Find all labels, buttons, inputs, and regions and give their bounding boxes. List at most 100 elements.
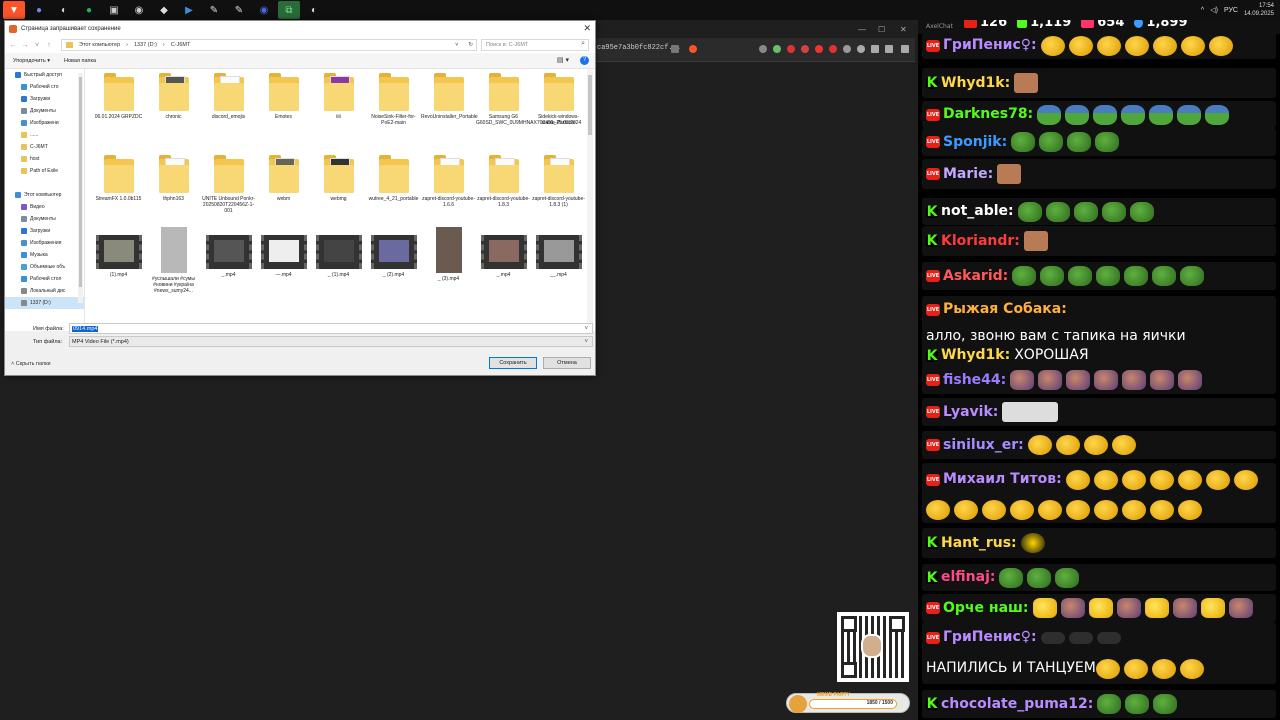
folder-item[interactable]: chronic xyxy=(146,73,201,120)
steam-icon[interactable]: ◐ xyxy=(53,1,75,19)
folder-item[interactable]: zapret-discord-youtube-1.6.6 xyxy=(421,155,476,208)
nav-item[interactable]: 1337 (D:) xyxy=(5,297,84,309)
chevron-down-icon[interactable]: ˅ xyxy=(33,42,41,49)
chat-username[interactable]: ГриПенис♀: xyxy=(943,32,1037,59)
video-file[interactable]: _.mp4 xyxy=(201,235,256,278)
close-icon[interactable]: ✕ xyxy=(900,25,907,34)
nav-item[interactable]: Загрузки xyxy=(5,225,84,237)
minimize-icon[interactable]: — xyxy=(858,25,866,34)
chat-username[interactable]: ГриПенис♀: xyxy=(943,624,1037,651)
extension-icon-7[interactable] xyxy=(843,45,851,53)
nav-item[interactable] xyxy=(5,177,84,189)
save-button[interactable]: Сохранить xyxy=(489,357,537,369)
nav-item[interactable]: Изображени xyxy=(5,117,84,129)
nav-item[interactable]: Документы xyxy=(5,105,84,117)
address-bar-text[interactable]: ca95e7a3b0fc822cf... xyxy=(597,44,681,52)
folder-item[interactable]: 06.01.2024 GRPZDC xyxy=(91,73,146,120)
chat-username[interactable]: Михаил Титов: xyxy=(943,466,1062,493)
brave-icon[interactable]: ▼ xyxy=(3,1,25,19)
wallet-icon[interactable] xyxy=(885,45,893,53)
nav-item[interactable]: Рабочий стол xyxy=(5,273,84,285)
extension-icon-6[interactable] xyxy=(829,45,837,53)
nav-scrollbar[interactable] xyxy=(78,73,83,303)
folder-item[interactable]: iiii xyxy=(311,73,366,120)
folder-item[interactable]: RevoUninstaller_Portable xyxy=(421,73,478,120)
maximize-icon[interactable]: ☐ xyxy=(878,25,885,34)
nav-item[interactable]: Объемные объ xyxy=(5,261,84,273)
folder-item[interactable]: thphn163 xyxy=(146,155,201,202)
chat-username[interactable]: Орче наш: xyxy=(943,595,1029,622)
app2-icon[interactable]: ✎ xyxy=(203,1,225,19)
organize-button[interactable]: Упорядочить ▾ xyxy=(13,58,50,64)
extension-icon-2[interactable] xyxy=(773,45,781,53)
nav-item[interactable]: Видео xyxy=(5,201,84,213)
filetype-select[interactable]: MP4 Video File (*.mp4) ˅ xyxy=(69,336,593,347)
brave-shield-icon[interactable] xyxy=(689,45,697,53)
discord-icon[interactable]: ● xyxy=(28,1,50,19)
chat-username[interactable]: Askarid: xyxy=(943,263,1008,290)
chat-username[interactable]: Whyd1k: xyxy=(941,342,1010,369)
close-icon[interactable]: ✕ xyxy=(583,23,591,34)
folder-item[interactable]: UNITE Unbound Ponkr-20250820T220456Z-1-0… xyxy=(201,155,256,214)
chevron-down-icon[interactable]: ˅ xyxy=(584,324,588,334)
share-icon[interactable] xyxy=(671,45,679,53)
extension-icon-3[interactable] xyxy=(787,45,795,53)
nav-item[interactable]: Path of Exile xyxy=(5,165,84,177)
chat-username[interactable]: sinilux_er: xyxy=(943,432,1024,459)
video-file[interactable]: —.mp4 xyxy=(256,235,311,278)
breadcrumb-item[interactable]: 1337 (D:) xyxy=(134,42,157,48)
breadcrumb-item[interactable]: Этот компьютер xyxy=(79,42,120,48)
menu-icon[interactable] xyxy=(901,45,909,53)
filename-input[interactable]: 0914.mp4 ˅ xyxy=(69,323,593,334)
spotify-icon[interactable]: ● xyxy=(78,1,100,19)
nav-item[interactable]: C-J6MT xyxy=(5,141,84,153)
chevron-up-icon[interactable]: ^ xyxy=(1201,7,1204,14)
view-options-icon[interactable]: ▤ ▾ xyxy=(557,56,569,64)
volume-icon[interactable]: ◁) xyxy=(1210,6,1218,14)
breadcrumb[interactable]: Этот компьютер › 1337 (D:) › C-J6MT ˅ ↻ xyxy=(61,39,477,51)
nav-item[interactable]: Документы xyxy=(5,213,84,225)
nav-item[interactable]: Музыка xyxy=(5,249,84,261)
video-file[interactable]: (1).mp4 xyxy=(91,235,146,278)
chevron-down-icon[interactable]: ˅ xyxy=(455,42,458,48)
chat-username[interactable]: Рыжая Собака: xyxy=(943,296,1067,323)
refresh-icon[interactable]: ↻ xyxy=(468,42,473,48)
video-file[interactable]: _ (1).mp4 xyxy=(311,235,366,278)
active-app-icon[interactable]: ⧉ xyxy=(278,1,300,19)
nav-item[interactable]: Локальный дис xyxy=(5,285,84,297)
chat-username[interactable]: Hant_rus: xyxy=(941,530,1017,557)
folder-item[interactable]: zapret-discord-youtube-1.8.3 xyxy=(476,155,531,208)
sidebar-icon[interactable] xyxy=(871,45,879,53)
video-file[interactable]: _.mp4 xyxy=(476,235,531,278)
folder-item[interactable]: zapret-discord-youtube-1.8.3 (1) xyxy=(531,155,586,208)
chevron-down-icon[interactable]: ˅ xyxy=(584,337,588,347)
roblox-icon[interactable]: ◆ xyxy=(153,1,175,19)
chat-username[interactable]: Sponjik: xyxy=(943,129,1007,156)
dialog-titlebar[interactable]: Страница запрашивает сохранение ✕ xyxy=(5,21,595,37)
chat-username[interactable]: Whyd1k: xyxy=(941,70,1010,97)
new-folder-button[interactable]: Новая папка xyxy=(64,58,96,64)
chat-username[interactable]: elfinaj: xyxy=(941,564,995,591)
media-icon[interactable]: ▶ xyxy=(178,1,200,19)
folder-item[interactable]: StreamFX 1.0.0b115 xyxy=(91,155,146,202)
clock[interactable]: 17:54 14.09.2025 xyxy=(1244,2,1274,18)
file-list-scrollbar[interactable] xyxy=(587,69,593,331)
folder-item[interactable]: Emotes xyxy=(256,73,311,120)
back-icon[interactable]: ← xyxy=(9,42,17,49)
nav-item[interactable]: Загрузки xyxy=(5,93,84,105)
chat-username[interactable]: not_able: xyxy=(941,198,1014,225)
obs-icon[interactable]: ◉ xyxy=(128,1,150,19)
app-icon[interactable]: ▣ xyxy=(103,1,125,19)
help-icon[interactable]: ? xyxy=(580,56,589,65)
nav-item[interactable]: Изображения xyxy=(5,237,84,249)
forward-icon[interactable]: → xyxy=(21,42,29,49)
nav-item[interactable]: ...... xyxy=(5,129,84,141)
chat-username[interactable]: Lyavik: xyxy=(943,399,998,426)
chat-username[interactable]: fishe44: xyxy=(943,367,1006,394)
steam2-icon[interactable]: ◐ xyxy=(303,1,325,19)
folder-item[interactable]: NoiseSink-Filter-for-PoE2-main xyxy=(366,73,421,126)
video-file[interactable]: _ (3).mp4 xyxy=(421,227,476,282)
language-indicator[interactable]: РУС xyxy=(1224,7,1238,14)
chat-username[interactable]: Kloriandr: xyxy=(941,228,1020,255)
nav-item[interactable]: Быстрый доступ xyxy=(5,69,84,81)
